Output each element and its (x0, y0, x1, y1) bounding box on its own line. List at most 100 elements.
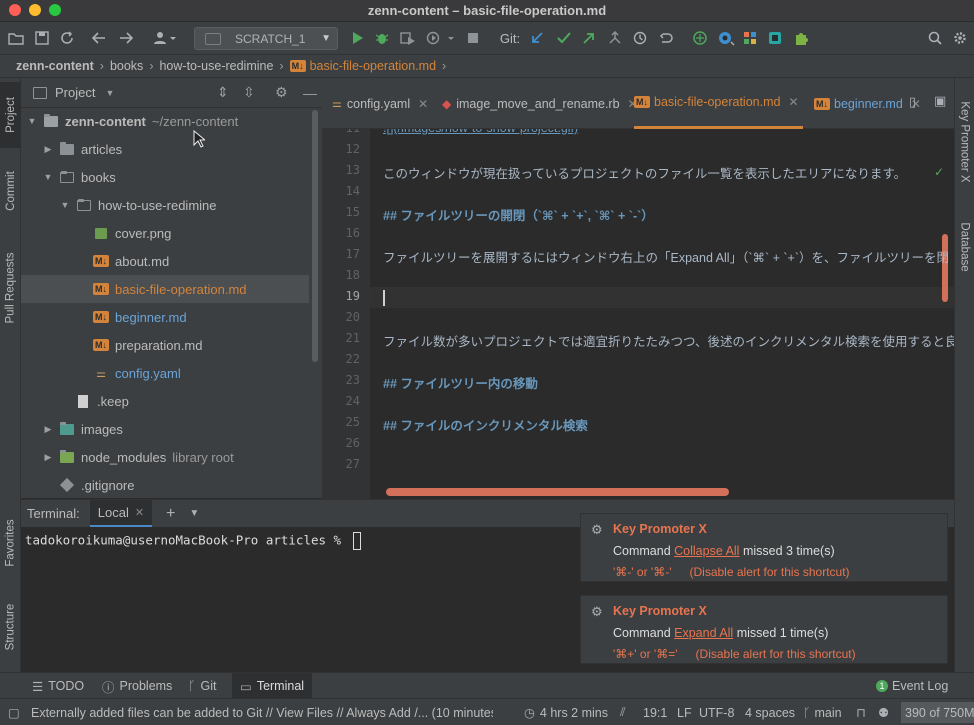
plugin-target-icon[interactable] (715, 28, 737, 48)
git-push-icon[interactable] (580, 28, 598, 48)
stop-icon[interactable] (465, 28, 481, 48)
tree-item-how-to-use-redimine[interactable]: ▼ how-to-use-redimine (21, 191, 309, 219)
inspection-settings-icon[interactable]: ⚉ (878, 699, 889, 725)
terminal-tab-local[interactable]: Local ✕ (89, 499, 153, 528)
tool-tab-problems[interactable]: ⓘ Problems (102, 673, 172, 699)
tree-item-books[interactable]: ▼ books (21, 163, 309, 191)
tree-item-root[interactable]: ▼ zenn-content ~/zenn-content (21, 107, 309, 135)
disable-alert-link[interactable]: (Disable alert for this shortcut) (696, 647, 856, 661)
tab-beginner-md[interactable]: M↓ beginner.md ✕ (814, 78, 921, 129)
key-promoter-notification-collapse: ⚙ Key Promoter X Command Collapse All mi… (580, 513, 948, 582)
search-icon[interactable] (926, 28, 944, 48)
back-arrow-icon[interactable] (89, 28, 109, 48)
file-encoding[interactable]: UTF-8 (699, 699, 734, 725)
tool-tab-event-log[interactable]: 1 Event Log (876, 673, 948, 699)
plugin-puzzle-icon[interactable] (792, 28, 812, 48)
vertical-scrollbar[interactable] (942, 234, 948, 302)
tree-item-about-md[interactable]: M↓ about.md (21, 247, 309, 275)
tree-item-config-yaml[interactable]: ⚌ config.yaml (21, 359, 309, 387)
git-commit-icon[interactable] (555, 28, 573, 48)
expand-all-icon[interactable]: ⇕ (217, 84, 229, 101)
markdown-icon: M↓ (814, 97, 830, 110)
run-configuration-select[interactable]: SCRATCH_1 ▼ (194, 27, 338, 50)
close-icon[interactable]: ✕ (135, 506, 144, 519)
plugin-grid-icon[interactable] (741, 28, 759, 48)
close-icon[interactable]: ✕ (418, 97, 428, 111)
settings-gear-icon[interactable] (951, 28, 969, 48)
tree-item-beginner-md[interactable]: M↓ beginner.md (21, 303, 309, 331)
tree-item-preparation-md[interactable]: M↓ preparation.md (21, 331, 309, 359)
breadcrumb-item-books[interactable]: books (110, 59, 143, 73)
tab-config-yaml[interactable]: ⚌ config.yaml ✕ (332, 78, 428, 129)
stripe-tab-structure[interactable]: Structure (0, 592, 21, 662)
chevron-down-icon[interactable]: ▼ (105, 88, 114, 98)
run-icon[interactable] (349, 28, 367, 48)
tree-item-label: node_modules (81, 449, 167, 465)
stripe-tab-project[interactable]: Project (0, 82, 21, 148)
memory-indicator[interactable]: 390 of 750M (901, 702, 974, 723)
user-dropdown-icon[interactable] (150, 28, 180, 48)
tree-item-images[interactable]: ▶ images (21, 415, 309, 443)
breadcrumb-item-file[interactable]: basic-file-operation.md (310, 59, 436, 73)
toggle-tool-windows-icon[interactable]: ▢ (8, 699, 20, 725)
project-panel-title[interactable]: Project (55, 85, 95, 100)
caret-position[interactable]: 19:1 (643, 699, 667, 725)
lock-icon[interactable]: ⊓ (856, 699, 866, 725)
save-icon[interactable] (32, 28, 52, 48)
code-editor[interactable]: 11 12 13 14 15 16 17 18 19 20 21 22 23 24 25 26 27 ✓ ![]… (322, 129, 954, 499)
rollback-icon[interactable] (657, 28, 675, 48)
tab-basic-file-operation-md[interactable]: M↓ basic-file-operation.md ✕ (634, 78, 803, 129)
horizontal-scrollbar[interactable] (386, 488, 729, 496)
project-scrollbar[interactable] (312, 110, 318, 362)
tool-tab-todo[interactable]: ☰ TODO (32, 673, 84, 699)
tree-item-cover-png[interactable]: cover.png (21, 219, 309, 247)
command-link[interactable]: Collapse All (674, 544, 739, 558)
hide-panel-icon[interactable]: — (303, 85, 317, 101)
tree-item-basic-file-operation-md[interactable]: M↓ basic-file-operation.md (21, 275, 309, 303)
breadcrumb-item-folder[interactable]: how-to-use-redimine (159, 59, 273, 73)
stripe-tab-key-promoter[interactable]: Key Promoter X (954, 92, 974, 192)
breadcrumb-item-root[interactable]: zenn-content (16, 59, 94, 73)
tool-tab-git[interactable]: ᚴ Git (188, 673, 217, 699)
tree-item-gitignore[interactable]: .gitignore (21, 471, 309, 499)
collapse-all-icon[interactable]: ⇳ (243, 84, 255, 101)
tree-item-label: books (81, 169, 116, 185)
image-preview-icon[interactable]: ▣ (934, 93, 946, 109)
line-separator[interactable]: LF (677, 699, 692, 725)
tool-tab-label: TODO (48, 679, 85, 693)
plugin-brain-icon[interactable] (690, 28, 710, 48)
stripe-tab-pull-requests[interactable]: Pull Requests (0, 238, 21, 338)
tool-tab-terminal[interactable]: ▭ Terminal (232, 673, 313, 699)
open-folder-icon[interactable] (6, 28, 26, 48)
sync-icon[interactable] (57, 28, 77, 48)
stripe-tab-commit[interactable]: Commit (0, 158, 21, 224)
status-message[interactable]: Externally added files can be added to G… (31, 699, 493, 725)
time-tracker[interactable]: ◷ 4 hrs 2 mins (524, 699, 608, 725)
git-update-icon[interactable] (528, 28, 546, 48)
tree-item-node-modules[interactable]: ▶ node_modules library root (21, 443, 309, 471)
indent-setting[interactable]: 4 spaces (745, 699, 795, 725)
git-branch[interactable]: ᚴ main (803, 699, 842, 725)
tree-item-label: config.yaml (115, 365, 181, 381)
tab-image-move-and-rename-rb[interactable]: ◆ image_move_and_rename.rb ✕ (442, 78, 638, 129)
plugin-square-icon[interactable] (766, 28, 784, 48)
history-clock-icon[interactable] (631, 28, 649, 48)
close-icon[interactable]: ✕ (788, 95, 798, 109)
debug-icon[interactable] (373, 28, 391, 48)
tree-item-keep[interactable]: .keep (21, 387, 309, 415)
code-with-me-icon[interactable]: ⫽ (620, 699, 626, 725)
profile-run-icon[interactable] (424, 28, 458, 48)
chevron-down-icon[interactable]: ▼ (189, 508, 199, 519)
stripe-tab-favorites[interactable]: Favorites (0, 508, 21, 578)
disable-alert-link[interactable]: (Disable alert for this shortcut) (690, 565, 850, 579)
coverage-icon[interactable] (398, 28, 418, 48)
command-link[interactable]: Expand All (674, 626, 733, 640)
line-number: 16 (345, 226, 360, 240)
stripe-tab-database[interactable]: Database (954, 212, 974, 282)
git-merge-icon[interactable] (606, 28, 624, 48)
add-tab-icon[interactable]: + (166, 505, 175, 523)
forward-arrow-icon[interactable] (116, 28, 136, 48)
gear-icon[interactable]: ⚙ (275, 84, 288, 101)
split-vertical-icon[interactable]: ▯ (909, 94, 916, 110)
tree-item-articles[interactable]: ▶ articles (21, 135, 309, 163)
